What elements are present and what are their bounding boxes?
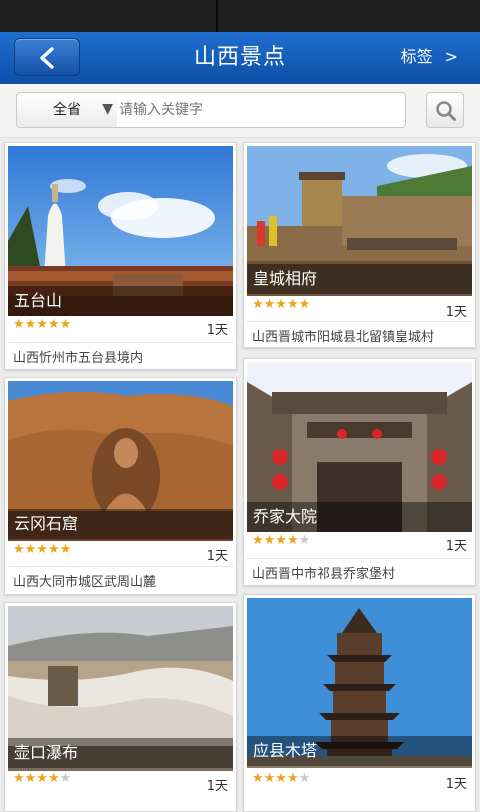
spot-address: 山西晋中市祁县乔家堡村 (252, 567, 396, 582)
star-rating: ★★★★★ (13, 771, 72, 786)
spot-name: 乔家大院 (247, 502, 472, 532)
spot-duration: 1天 (445, 539, 467, 554)
spot-name: 壶口瀑布 (8, 738, 233, 768)
province-select-value: 全省 (53, 102, 81, 118)
spot-card[interactable]: 云冈石窟 ★★★★★ 1天 山西大同市城区武周山麓 (4, 377, 237, 595)
spot-duration: 1天 (206, 549, 228, 564)
star-rating: ★★★★★ (13, 317, 72, 332)
spot-card[interactable]: 乔家大院 ★★★★★ 1天 山西晋中市祁县乔家堡村 (243, 358, 476, 586)
spot-duration: 1天 (206, 323, 228, 338)
status-bar-divider (216, 0, 218, 32)
spot-name: 应县木塔 (247, 736, 472, 766)
divider (8, 566, 233, 567)
nav-bar: 山西景点 标签 > (0, 32, 480, 84)
spot-duration: 1天 (445, 305, 467, 320)
star-rating: ★★★★★ (13, 542, 72, 557)
spot-card[interactable]: 五台山 ★★★★★ 1天 山西忻州市五台县境内 (4, 142, 237, 370)
search-icon (436, 101, 456, 121)
dropdown-triangle-icon: ▼ (102, 101, 113, 117)
spot-address: 山西晋城市阳城县北留镇皇城村 (252, 330, 435, 345)
spot-card[interactable]: 壶口瀑布 ★★★★★ 1天 (4, 602, 237, 812)
search-input[interactable] (117, 92, 406, 128)
star-rating: ★★★★★ (252, 297, 311, 312)
divider (8, 342, 233, 343)
spot-duration: 1天 (445, 777, 467, 792)
star-rating: ★★★★★ (252, 771, 311, 786)
spot-name: 皇城相府 (247, 264, 472, 294)
status-bar (0, 0, 480, 32)
spot-card[interactable]: 皇城相府 ★★★★★ 1天 山西晋城市阳城县北留镇皇城村 (243, 142, 476, 348)
spot-name: 五台山 (8, 286, 233, 316)
tags-label: 标签 (400, 47, 433, 66)
star-rating: ★★★★★ (252, 533, 311, 548)
divider (247, 558, 472, 559)
spot-address: 山西忻州市五台县境内 (13, 351, 144, 366)
tags-link[interactable]: 标签 > (401, 32, 458, 84)
chevron-right-icon: > (444, 47, 458, 66)
search-button[interactable] (426, 92, 464, 128)
spot-card[interactable]: 应县木塔 ★★★★★ 1天 (243, 594, 476, 812)
spot-duration: 1天 (206, 779, 228, 794)
divider (247, 321, 472, 322)
search-bar: 全省 ▼ (0, 84, 480, 138)
spot-address: 山西大同市城区武周山麓 (13, 575, 157, 590)
back-arrow-icon (40, 47, 54, 69)
province-select[interactable]: 全省 ▼ (16, 92, 118, 128)
back-button[interactable] (14, 38, 80, 76)
spot-name: 云冈石窟 (8, 509, 233, 539)
